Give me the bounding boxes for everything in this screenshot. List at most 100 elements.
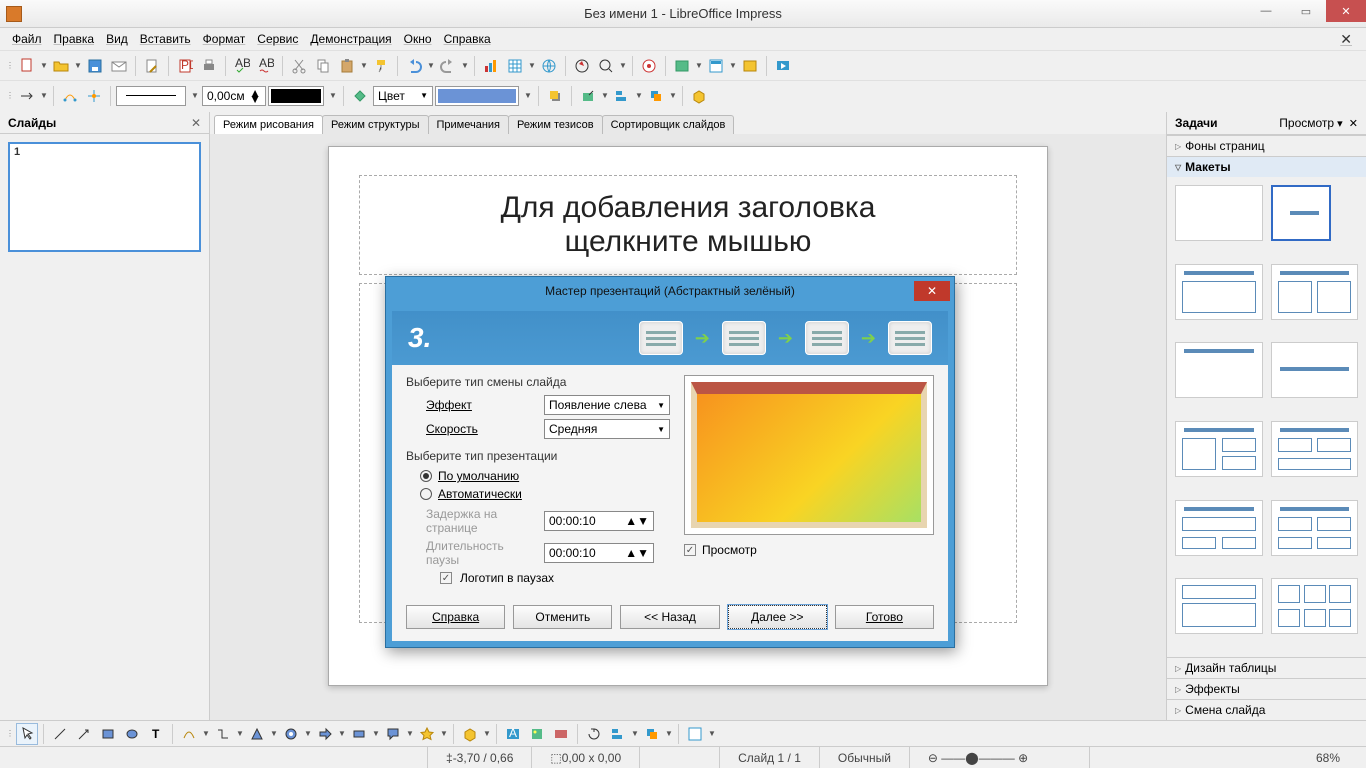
menu-slideshow[interactable]: Демонстрация [304, 30, 397, 48]
block-arrows-icon[interactable] [314, 723, 336, 745]
wizard-help-button[interactable]: Справка [406, 605, 505, 629]
3d-objects-icon[interactable] [459, 723, 481, 745]
callouts-icon[interactable] [382, 723, 404, 745]
slide-layout2-icon[interactable] [684, 723, 706, 745]
close-document-icon[interactable]: ✕ [1334, 29, 1358, 50]
layout-12[interactable] [1271, 578, 1359, 634]
maximize-button[interactable]: ▭ [1286, 0, 1326, 22]
spellcheck-icon[interactable]: ABC [231, 55, 253, 77]
new-doc-icon[interactable] [16, 55, 38, 77]
menu-help[interactable]: Справка [438, 30, 497, 48]
redo-icon[interactable] [437, 55, 459, 77]
line-tool-icon[interactable] [49, 723, 71, 745]
help-icon[interactable] [638, 55, 660, 77]
arrow-style-icon[interactable] [16, 85, 38, 107]
ellipse-tool-icon[interactable] [121, 723, 143, 745]
from-file-icon[interactable] [526, 723, 548, 745]
export-pdf-icon[interactable]: PDF [174, 55, 196, 77]
tab-drawing[interactable]: Режим рисования [214, 115, 323, 134]
status-style[interactable]: Обычный [820, 747, 910, 768]
slide-thumbnail-1[interactable]: 1 [8, 142, 201, 252]
fill-color-select[interactable] [435, 86, 519, 106]
layout-title[interactable] [1271, 185, 1331, 241]
menu-format[interactable]: Формат [197, 30, 252, 48]
wizard-title-bar[interactable]: Мастер презентаций (Абстрактный зелёный)… [386, 277, 954, 305]
undo-icon[interactable] [403, 55, 425, 77]
fill-icon[interactable] [349, 85, 371, 107]
radio-default[interactable]: По умолчанию [420, 469, 670, 483]
menu-tools[interactable]: Сервис [251, 30, 304, 48]
new-doc-dropdown[interactable]: ▼ [40, 61, 48, 70]
tab-sorter[interactable]: Сортировщик слайдов [602, 115, 735, 134]
layout-10[interactable] [1271, 500, 1359, 556]
rotate-icon[interactable] [583, 723, 605, 745]
align2-icon[interactable] [607, 723, 629, 745]
wizard-finish-button[interactable]: Готово [835, 605, 934, 629]
arrange-icon[interactable] [645, 85, 667, 107]
slideshow-icon[interactable] [772, 55, 794, 77]
tasks-view-menu[interactable]: Просмотр [1279, 116, 1334, 130]
flowchart-icon[interactable] [348, 723, 370, 745]
hyperlink-icon[interactable] [538, 55, 560, 77]
email-icon[interactable] [108, 55, 130, 77]
connector-tool-icon[interactable] [212, 723, 234, 745]
tab-notes[interactable]: Примечания [428, 115, 510, 134]
curve-tool-icon[interactable] [178, 723, 200, 745]
layout-3[interactable] [1175, 264, 1263, 320]
edit-file-icon[interactable] [141, 55, 163, 77]
layout-11[interactable] [1175, 578, 1263, 634]
acc-transition[interactable]: ▷Смена слайда [1167, 699, 1366, 720]
crop-icon[interactable] [577, 85, 599, 107]
status-zoom-value[interactable]: 68% [1298, 747, 1358, 768]
status-zoom-slider[interactable]: ⊖ ——⬤——— ⊕ [910, 747, 1090, 768]
fontwork-icon[interactable]: A [502, 723, 524, 745]
zoom-icon[interactable] [595, 55, 617, 77]
title-placeholder[interactable]: Для добавления заголовка щелкните мышью [359, 175, 1017, 275]
tab-handout[interactable]: Режим тезисов [508, 115, 603, 134]
autospell-icon[interactable]: ABC [255, 55, 277, 77]
menu-window[interactable]: Окно [398, 30, 438, 48]
fill-mode-select[interactable]: Цвет▼ [373, 86, 433, 106]
cut-icon[interactable] [288, 55, 310, 77]
layout-9[interactable] [1175, 500, 1263, 556]
text-tool-icon[interactable]: T [145, 723, 167, 745]
menu-edit[interactable]: Правка [48, 30, 101, 48]
slide-layout-icon[interactable] [705, 55, 727, 77]
slide-design-icon[interactable] [739, 55, 761, 77]
rect-tool-icon[interactable] [97, 723, 119, 745]
wizard-close-icon[interactable]: ✕ [914, 281, 950, 301]
acc-master-pages[interactable]: ▷Фоны страниц [1167, 135, 1366, 156]
wizard-next-button[interactable]: Далее >> [728, 605, 827, 629]
table-icon[interactable] [504, 55, 526, 77]
select-tool-icon[interactable] [16, 723, 38, 745]
menu-file[interactable]: Файл [6, 30, 48, 48]
align-icon[interactable] [611, 85, 633, 107]
glue-point-icon[interactable] [83, 85, 105, 107]
menu-view[interactable]: Вид [100, 30, 134, 48]
point-edit-icon[interactable] [59, 85, 81, 107]
acc-table-design[interactable]: ▷Дизайн таблицы [1167, 657, 1366, 678]
layout-5[interactable] [1175, 342, 1263, 398]
basic-shapes-icon[interactable] [246, 723, 268, 745]
minimize-button[interactable]: — [1246, 0, 1286, 22]
save-icon[interactable] [84, 55, 106, 77]
chart-icon[interactable] [480, 55, 502, 77]
close-button[interactable]: ✕ [1326, 0, 1366, 22]
tab-outline[interactable]: Режим структуры [322, 115, 429, 134]
arrow-tool-icon[interactable] [73, 723, 95, 745]
extrusion-icon[interactable] [688, 85, 710, 107]
line-width-input[interactable]: 0,00см▲▼ [202, 86, 266, 106]
gallery-icon[interactable] [671, 55, 693, 77]
effect-select[interactable]: Появление слева▼ [544, 395, 670, 415]
menu-insert[interactable]: Вставить [134, 30, 197, 48]
format-paint-icon[interactable] [370, 55, 392, 77]
layout-7[interactable] [1175, 421, 1263, 477]
radio-auto[interactable]: Автоматически [420, 487, 670, 501]
navigator-icon[interactable] [571, 55, 593, 77]
acc-effects[interactable]: ▷Эффекты [1167, 678, 1366, 699]
slides-panel-close-icon[interactable]: ✕ [191, 116, 201, 130]
copy-icon[interactable] [312, 55, 334, 77]
wizard-back-button[interactable]: << Назад [620, 605, 719, 629]
preview-checkbox[interactable] [684, 544, 696, 556]
paste-icon[interactable] [336, 55, 358, 77]
